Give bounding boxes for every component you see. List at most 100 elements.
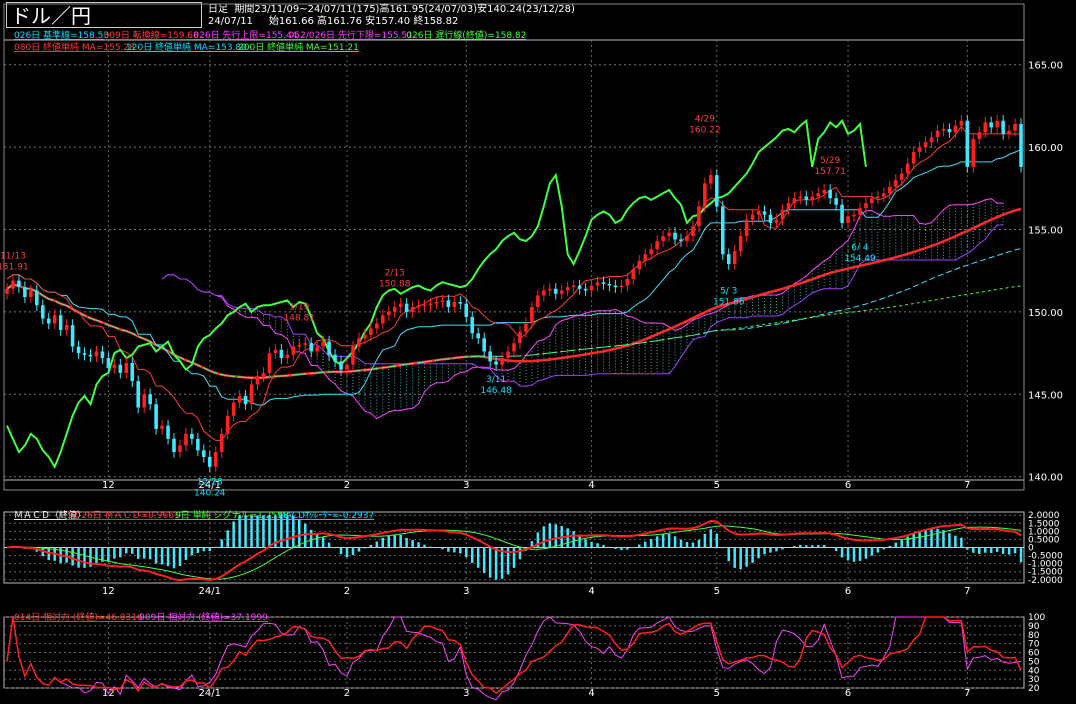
candle-body	[255, 376, 260, 385]
candle-body	[929, 137, 934, 143]
date-tick-label: 7	[964, 586, 970, 597]
candle-body	[446, 300, 451, 307]
candle-body	[542, 290, 546, 296]
extreme-value-label: 150.88	[379, 279, 411, 289]
candle-body	[58, 315, 63, 331]
candle-body	[321, 341, 325, 347]
candle-body	[213, 451, 218, 467]
extreme-value-label: 157.71	[814, 167, 846, 177]
candle-body	[941, 128, 946, 131]
indicator-legend-item: 009日 転換線=159.68	[104, 29, 199, 41]
candle-body	[506, 351, 510, 359]
price-chart: 140.00 145.00 150.00 155.00 160.00 165.00 12 12…	[0, 3, 1063, 701]
extreme-date-label: 4/29	[695, 114, 715, 124]
candle-body	[315, 346, 319, 352]
candle-body	[422, 305, 427, 307]
candle-body	[756, 211, 761, 215]
candle-body	[565, 287, 570, 291]
price-tick-label: 165.00	[1028, 61, 1063, 72]
extreme-value-label: 160.22	[689, 125, 721, 135]
candle-body	[553, 288, 558, 294]
price-tick-label: 160.00	[1028, 143, 1063, 154]
extreme-value-label: 140.24	[194, 489, 226, 499]
candle-body	[703, 183, 707, 207]
extreme-date-label: 6/ 4	[851, 243, 869, 253]
candle-body	[536, 295, 540, 307]
candle-body	[858, 208, 862, 215]
candle-body	[64, 325, 69, 331]
extreme-date-label: 11/13	[0, 251, 26, 261]
candle-body	[1007, 130, 1011, 134]
candle-body	[768, 214, 773, 223]
candle-body	[112, 364, 117, 368]
candle-body	[852, 214, 856, 217]
candle-body	[130, 362, 135, 382]
candle-body	[846, 216, 850, 223]
candle-body	[977, 132, 982, 139]
date-tick-label: 6	[845, 688, 851, 699]
date-tick-label: 4	[588, 688, 594, 699]
candle-body	[834, 198, 838, 205]
extreme-date-label: 1/19	[289, 303, 309, 313]
candle-body	[828, 189, 832, 199]
candle-body	[440, 300, 445, 303]
candle-body	[601, 282, 606, 284]
candle-body	[989, 122, 993, 128]
date-tick-label: 5	[714, 480, 720, 491]
candle-body	[995, 120, 999, 128]
candle-body	[905, 163, 910, 174]
candle-body	[947, 128, 952, 133]
ma120-line	[6, 248, 1022, 379]
candle-body	[583, 288, 588, 291]
candle-body	[798, 196, 803, 199]
candle-body	[476, 333, 480, 339]
candle-body	[732, 250, 737, 265]
candle-body	[888, 186, 892, 194]
candle-body	[577, 285, 582, 289]
date-tick-label: 7	[964, 688, 970, 699]
candle-body	[279, 349, 284, 359]
candle-body	[959, 120, 964, 126]
candle-body	[369, 328, 373, 335]
date-tick-label: 3	[463, 688, 469, 699]
candle-body	[720, 206, 725, 255]
candle-body	[935, 130, 940, 138]
indicator-legend-item: 026日 先行上限=155.44	[193, 29, 297, 41]
candle-body	[219, 433, 224, 452]
candle-body	[882, 193, 886, 197]
candle-body	[178, 445, 182, 452]
indicator-legend-item: 026日 遅行線(終値)=158.82	[406, 29, 526, 41]
extreme-date-label: 5/29	[820, 156, 840, 166]
date-tick-label: 2	[344, 586, 350, 597]
indicator-legend-item: 080日 終値単純 MA=155.28	[14, 41, 135, 53]
candle-body	[816, 193, 820, 197]
candle-body	[512, 343, 516, 352]
candle-body	[655, 241, 659, 250]
date-tick-label: 5	[714, 586, 720, 597]
extreme-value-label: 146.48	[480, 386, 512, 396]
candle-body	[184, 433, 188, 446]
candle-body	[398, 303, 403, 307]
indicator-legend-item: 200日 終値単純 MA=151.21	[238, 41, 359, 53]
date-tick-label: 12	[102, 480, 115, 491]
candle-body	[500, 358, 504, 365]
date-tick-label: 12	[102, 586, 115, 597]
extreme-value-label: 151.86	[713, 297, 745, 307]
rsi-tick-label: 20	[1028, 684, 1040, 694]
candle-body	[82, 353, 87, 355]
conversion-line	[6, 125, 1021, 441]
candle-body	[237, 395, 242, 403]
candle-body	[434, 302, 439, 304]
candle-body	[46, 318, 51, 324]
candle-body	[595, 282, 600, 286]
candle-body	[291, 346, 296, 355]
candle-body	[786, 203, 791, 210]
extreme-value-label: 148.81	[284, 314, 316, 324]
candle-body	[17, 280, 21, 288]
candle-body	[380, 315, 385, 324]
candle-body	[685, 236, 689, 242]
candle-body	[691, 226, 695, 237]
candle-body	[571, 285, 576, 288]
candle-body	[893, 180, 898, 187]
date-tick-label: 24/1	[199, 586, 221, 597]
